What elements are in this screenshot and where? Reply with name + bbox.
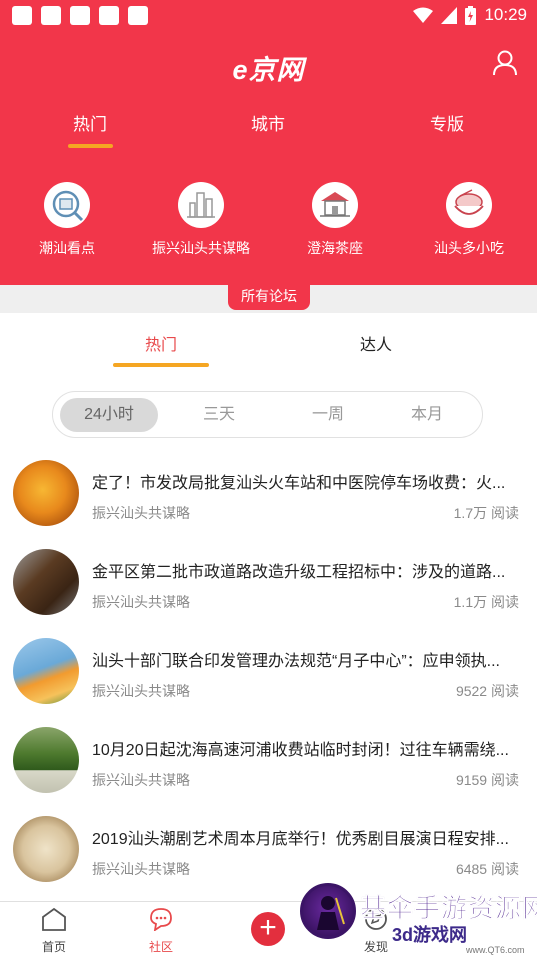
- signal-icon: [441, 6, 458, 24]
- list-item[interactable]: 定了！市发改局批复汕头火车站和中医院停车场收费：火... 振兴汕头共谋略 1.7…: [0, 448, 537, 537]
- nav-label: 首页: [41, 940, 66, 954]
- post-read-count: 1.1万 阅读: [453, 594, 519, 610]
- status-bar: 10:29: [0, 0, 537, 32]
- all-forums-button[interactable]: 所有论坛: [228, 285, 310, 310]
- chat-bubble-icon: [150, 908, 172, 931]
- city-skyline-icon: [178, 182, 224, 228]
- watermark-subtext: 3d游戏网: [392, 925, 468, 945]
- notification-icon: [128, 6, 148, 25]
- watermark-logo-icon: [300, 883, 356, 939]
- home-icon: [42, 907, 66, 931]
- forum-label: 潮汕看点: [39, 240, 95, 256]
- notification-icons: [12, 6, 148, 25]
- app-logo: e京网: [232, 55, 305, 85]
- forum-label: 汕头多小吃: [434, 240, 504, 256]
- tea-house-icon: [312, 182, 358, 228]
- frog-avatar: [13, 727, 79, 793]
- post-title[interactable]: 汕头十部门联合印发管理办法规范“月子中心”：应申领执...: [92, 647, 522, 671]
- top-tabs: 热门 城市 专版: [0, 110, 537, 158]
- notification-icon: [12, 6, 32, 25]
- forum-shortcuts: 潮汕看点 振兴汕头共谋略 澄海茶座 汕头多小吃: [0, 182, 537, 262]
- forum-chaoshan-news[interactable]: 潮汕看点: [0, 182, 134, 258]
- cat-avatar: [13, 816, 79, 882]
- snack-bowl-icon: [446, 182, 492, 228]
- post-title[interactable]: 金平区第二批市政道路改造升级工程招标中：涉及的道路...: [92, 558, 522, 582]
- post-title[interactable]: 10月20日起沈海高速河浦收费站临时封闭！过往车辆需绕...: [92, 736, 522, 760]
- news-magnifier-icon: [44, 182, 90, 228]
- time-filter: 24小时 三天 一周 本月: [52, 391, 483, 438]
- flower-avatar: [13, 638, 79, 704]
- forum-shantou-snacks[interactable]: 汕头多小吃: [402, 182, 536, 258]
- tab-special[interactable]: 专版: [402, 110, 492, 135]
- watermark-text: 基伞手游资源网: [360, 893, 537, 924]
- sub-tabs: 热门 达人: [0, 313, 537, 375]
- dog-avatar: [13, 549, 79, 615]
- watermark-url: www.QT6.com: [466, 945, 525, 955]
- forum-revitalize-shantou[interactable]: 振兴汕头共谋略: [134, 182, 268, 258]
- list-item[interactable]: 10月20日起沈海高速河浦收费站临时封闭！过往车辆需绕... 振兴汕头共谋略 9…: [0, 715, 537, 804]
- battery-icon: [465, 5, 477, 25]
- forum-label: 澄海茶座: [307, 240, 363, 256]
- orange-fruit-avatar: [13, 460, 79, 526]
- notification-icon: [99, 6, 119, 25]
- list-item[interactable]: 2019汕头潮剧艺术周本月底举行！优秀剧目展演日程安排... 振兴汕头共谋略 6…: [0, 804, 537, 893]
- wifi-icon: [413, 7, 434, 23]
- tab-city[interactable]: 城市: [223, 110, 313, 135]
- post-source: 振兴汕头共谋略: [92, 683, 190, 699]
- add-post-button[interactable]: +: [251, 912, 285, 946]
- watermark: 基伞手游资源网 3d游戏网 www.QT6.com: [300, 883, 537, 956]
- post-read-count: 9522 阅读: [455, 683, 519, 699]
- post-read-count: 1.7万 阅读: [453, 505, 519, 521]
- post-list: 定了！市发改局批复汕头火车站和中医院停车场收费：火... 振兴汕头共谋略 1.7…: [0, 448, 537, 893]
- filter-month[interactable]: 本月: [378, 398, 476, 432]
- filter-24h[interactable]: 24小时: [60, 398, 158, 432]
- nav-home[interactable]: 首页: [14, 906, 94, 955]
- filter-3days[interactable]: 三天: [170, 398, 268, 432]
- post-source: 振兴汕头共谋略: [92, 861, 190, 877]
- post-source: 振兴汕头共谋略: [92, 505, 190, 521]
- list-item[interactable]: 金平区第二批市政道路改造升级工程招标中：涉及的道路... 振兴汕头共谋略 1.1…: [0, 537, 537, 626]
- post-source: 振兴汕头共谋略: [92, 594, 190, 610]
- nav-label: 社区: [148, 940, 173, 954]
- nav-community[interactable]: 社区: [121, 906, 201, 955]
- post-read-count: 6485 阅读: [455, 861, 519, 877]
- forum-label: 振兴汕头共谋略: [152, 240, 250, 256]
- subtab-experts[interactable]: 达人: [326, 331, 426, 355]
- post-read-count: 9159 阅读: [455, 772, 519, 788]
- post-source: 振兴汕头共谋略: [92, 772, 190, 788]
- post-title[interactable]: 2019汕头潮剧艺术周本月底举行！优秀剧目展演日程安排...: [92, 825, 522, 849]
- tab-hot[interactable]: 热门: [45, 110, 135, 148]
- subtab-hot[interactable]: 热门: [111, 331, 211, 355]
- post-title[interactable]: 定了！市发改局批复汕头火车站和中医院停车场收费：火...: [92, 469, 522, 493]
- notification-icon: [70, 6, 90, 25]
- clock: 10:29: [484, 5, 527, 24]
- active-tab-indicator: [113, 363, 209, 367]
- forum-chenghai-tea[interactable]: 澄海茶座: [268, 182, 402, 258]
- filter-week[interactable]: 一周: [279, 398, 377, 432]
- user-profile-icon[interactable]: [493, 50, 517, 76]
- header: e京网 热门 城市 专版 潮汕看点 振兴汕头共谋略 澄海茶座 汕头多小吃: [0, 32, 537, 285]
- notification-icon: [41, 6, 61, 25]
- list-item[interactable]: 汕头十部门联合印发管理办法规范“月子中心”：应申领执... 振兴汕头共谋略 95…: [0, 626, 537, 715]
